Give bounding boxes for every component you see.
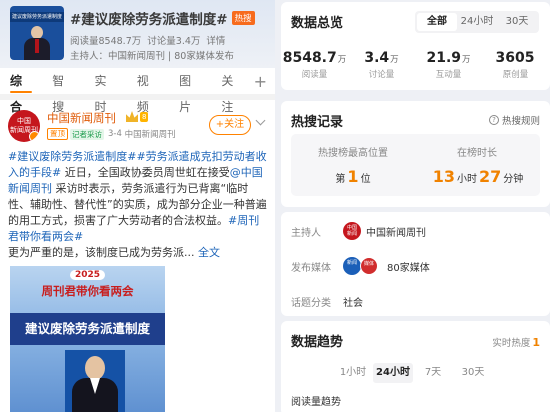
- hot-record-box: 热搜榜最高位置 第1位 在榜时长 13 小时 27 分钟: [291, 134, 540, 196]
- post-source: 中国新闻周刊: [124, 130, 176, 140]
- overview-stats: 8548.7万 阅读量 3.4万 讨论量 21.9万 互动量 3605 原创量: [281, 50, 550, 80]
- feed-tabs: 综合 智搜 实时 视频 图片 关注 +: [0, 68, 275, 114]
- image-banner: 建议废除劳务派遣制度: [10, 313, 165, 345]
- hot-record-title: 热搜记录: [291, 115, 344, 130]
- media-avatar-2: 媒体: [360, 257, 378, 275]
- post-image[interactable]: 2025 周刊君带你看两会 建议废除劳务派遣制度: [10, 266, 165, 412]
- stat-interactions: 21.9万 互动量: [426, 50, 471, 80]
- duration-hours: 13: [432, 167, 455, 186]
- reporter-tag: 记者采访: [70, 128, 104, 140]
- topic-stats: 阅读量8548.7万 讨论量3.4万 详情: [70, 33, 228, 47]
- host-row: 主持人 中国 新闻 中国新闻周刊: [291, 220, 426, 242]
- trend-range-24h[interactable]: 24小时: [373, 363, 413, 383]
- post-meta: 置顶 记者采访 3-4 中国新闻周刊: [47, 128, 176, 140]
- verified-icon: [29, 131, 40, 142]
- author-avatar[interactable]: 中国 新闻周刊: [8, 110, 40, 142]
- trend-card: 数据趋势 实时热度 1 1小时 24小时 7天 30天 阅读量趋势: [281, 321, 550, 412]
- tab-video[interactable]: 视频: [127, 68, 169, 114]
- section-divider: [0, 94, 275, 100]
- tab-smart-search[interactable]: 智搜: [42, 68, 84, 114]
- chevron-down-icon[interactable]: [255, 115, 266, 126]
- hot-badge: 热搜: [231, 11, 255, 25]
- topic-cover-image[interactable]: 建议废除劳务派遣制度: [10, 6, 64, 60]
- stat-originals: 3605 原创量: [495, 50, 535, 80]
- topic-header: 建议废除劳务派遣制度 #建议废除劳务派遣制度# 热搜 阅读量8548.7万 讨论…: [0, 0, 275, 68]
- topic-hashtag-link[interactable]: #建议废除劳务派遣制度#: [8, 150, 136, 163]
- image-subtitle: 周刊君带你看两会: [41, 284, 134, 298]
- pinned-tag: 置顶: [47, 128, 68, 140]
- host-avatar: 中国 新闻: [343, 222, 361, 240]
- topic-info-card: 主持人 中国 新闻 中国新闻周刊 发布媒体 新闻 媒体 80家媒体 话题分类 社会: [281, 212, 550, 316]
- hot-rules-link[interactable]: ? 热搜规则: [488, 113, 540, 127]
- stat-reads: 8548.7万 阅读量: [282, 50, 347, 80]
- topic-discussions: 讨论量3.4万: [147, 36, 201, 47]
- image-year: 2025: [69, 270, 106, 280]
- host-value[interactable]: 中国 新闻 中国新闻周刊: [343, 222, 426, 240]
- overview-title: 数据总览: [291, 16, 344, 31]
- duration-minutes: 27: [479, 167, 502, 186]
- trend-title: 数据趋势: [291, 335, 344, 350]
- post-date: 3-4: [108, 129, 122, 139]
- category-value: 社会: [343, 297, 363, 309]
- topic-cover-caption: 建议废除劳务派遣制度: [10, 12, 64, 22]
- topic-data-panel: 数据总览 全部 24小时 30天 8548.7万 阅读量 3.4万 讨论量 21…: [281, 0, 550, 412]
- topic-feed-panel: 建议废除劳务派遣制度 #建议废除劳务派遣制度# 热搜 阅读量8548.7万 讨论…: [0, 0, 275, 412]
- tab-images[interactable]: 图片: [169, 68, 211, 114]
- post-text: #建议废除劳务派遣制度##劳务派遣成克扣劳动者收入的手段# 近日，全国政协委员周…: [8, 150, 267, 259]
- live-heat: 实时热度 1: [492, 336, 540, 349]
- hot-record-card: 热搜记录 ? 热搜规则 热搜榜最高位置 第1位 在榜时长 13 小时 27 分钟: [281, 101, 550, 207]
- follow-button[interactable]: +关注: [209, 115, 251, 135]
- author-name[interactable]: 中国新闻周刊: [47, 110, 116, 126]
- media-value[interactable]: 新闻 媒体 80家媒体: [343, 257, 430, 275]
- tab-realtime[interactable]: 实时: [85, 68, 127, 114]
- trend-range-7d[interactable]: 7天: [413, 363, 453, 383]
- peak-value: 1: [347, 167, 359, 186]
- topic-reads: 阅读量8548.7万: [70, 36, 142, 47]
- media-row: 发布媒体 新闻 媒体 80家媒体: [291, 255, 430, 277]
- tab-following[interactable]: 关注: [211, 68, 253, 114]
- topic-title: #建议废除劳务派遣制度#: [70, 12, 228, 28]
- read-more-link[interactable]: 全文: [198, 246, 220, 259]
- read-trend-label: 阅读量趋势: [291, 397, 341, 408]
- trend-range-30d[interactable]: 30天: [453, 363, 493, 383]
- peak-position: 热搜榜最高位置 第1位: [318, 148, 388, 186]
- topic-host-line: 主持人：中国新闻周刊 | 80家媒体发布: [70, 51, 234, 62]
- category-row: 话题分类 社会: [291, 290, 363, 312]
- media-avatar-1: 新闻: [343, 257, 361, 275]
- help-icon: ?: [488, 115, 499, 125]
- range-all[interactable]: 全部: [417, 13, 457, 31]
- trend-range-selector: 1小时 24小时 7天 30天: [333, 363, 493, 383]
- overview-card: 数据总览 全部 24小时 30天 8548.7万 阅读量 3.4万 讨论量 21…: [281, 2, 550, 90]
- range-24h[interactable]: 24小时: [457, 13, 497, 31]
- overview-range-selector: 全部 24小时 30天: [415, 11, 539, 33]
- stat-discussions: 3.4万 讨论量: [364, 50, 399, 80]
- tab-comprehensive[interactable]: 综合: [0, 68, 42, 114]
- range-30d[interactable]: 30天: [497, 13, 537, 31]
- trend-range-1h[interactable]: 1小时: [333, 363, 373, 383]
- on-list-duration: 在榜时长 13 小时 27 分钟: [432, 148, 524, 186]
- level-badge: 8: [140, 112, 149, 122]
- add-tab-icon[interactable]: +: [254, 72, 267, 91]
- topic-details-link[interactable]: 详情: [206, 36, 225, 47]
